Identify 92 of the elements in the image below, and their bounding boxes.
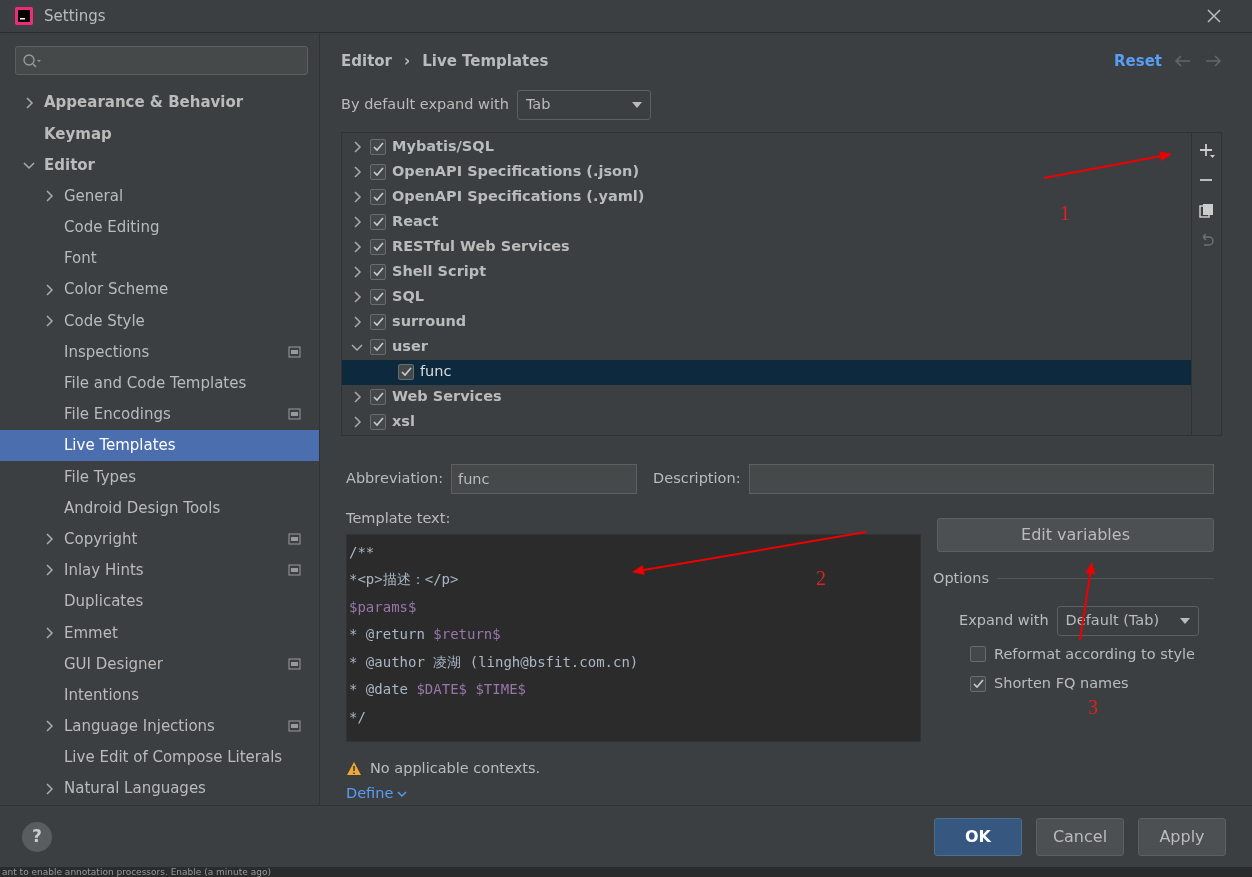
copy-icon[interactable] — [1198, 202, 1215, 219]
project-settings-icon — [288, 408, 301, 421]
checkbox[interactable] — [398, 364, 414, 381]
sidebar-item[interactable]: Intentions — [0, 679, 319, 711]
sidebar-item[interactable]: Inlay Hints — [0, 554, 319, 586]
sidebar-item[interactable]: File Types — [0, 461, 319, 493]
sidebar-item[interactable]: Code Editing — [0, 211, 319, 243]
sidebar-item[interactable]: Keymap — [0, 118, 319, 150]
reset-link[interactable]: Reset — [1114, 50, 1162, 73]
app-logo-icon — [14, 6, 34, 26]
abbreviation-input[interactable]: func — [451, 463, 638, 494]
sidebar-item[interactable]: Language Injections — [0, 710, 319, 742]
sidebar-item[interactable]: GUI Designer — [0, 648, 319, 680]
sidebar-item[interactable]: Live Edit of Compose Literals — [0, 741, 319, 774]
annotation-number: 1 — [1060, 202, 1070, 224]
template-group-row[interactable]: user — [342, 334, 428, 360]
checkbox[interactable] — [370, 289, 386, 306]
annotation-number: 2 — [816, 567, 826, 589]
sidebar-item[interactable]: Natural Languages — [0, 773, 319, 805]
expand-dropdown[interactable]: Tab — [516, 89, 651, 120]
template-group-row[interactable]: Mybatis/SQL — [342, 134, 494, 160]
sidebar-item[interactable]: Color Scheme — [0, 274, 319, 306]
dialog-button[interactable]: Cancel — [1036, 817, 1124, 856]
help-button[interactable]: ? — [22, 821, 52, 852]
checkbox[interactable] — [370, 314, 386, 331]
window-title: Settings — [44, 5, 106, 27]
background-status-text: ant to enable annotation processors. Enable (a minute ago) — [0, 867, 1252, 877]
breadcrumb-separator: › — [404, 51, 411, 73]
caret-icon — [631, 101, 642, 108]
checkbox[interactable] — [370, 264, 386, 281]
checkbox[interactable] — [370, 389, 386, 406]
project-settings-icon — [288, 657, 301, 670]
sidebar-item[interactable]: Appearance & Behavior — [0, 87, 319, 119]
dialog-button[interactable]: OK — [934, 817, 1022, 856]
sidebar-item[interactable]: Android Design Tools — [0, 492, 319, 524]
description-input[interactable] — [748, 463, 1214, 494]
template-group-row[interactable]: surround — [342, 309, 467, 335]
checkbox-label[interactable]: Shorten FQ names — [994, 673, 1129, 695]
checkbox[interactable] — [970, 646, 986, 663]
template-group-row[interactable]: OpenAPI Specifications (.json) — [342, 159, 640, 185]
checkbox[interactable] — [370, 339, 386, 356]
project-settings-icon — [288, 564, 301, 577]
section-title: Options — [933, 568, 989, 588]
field-label: By default expand with — [341, 94, 509, 114]
checkbox[interactable] — [370, 214, 386, 231]
warning-text: No applicable contexts. — [370, 758, 541, 778]
annotation-number: 3 — [1088, 696, 1098, 718]
sidebar-item[interactable]: Emmet — [0, 617, 319, 649]
checkbox[interactable] — [370, 164, 386, 181]
checkbox[interactable] — [970, 676, 986, 693]
sidebar-item[interactable]: Font — [0, 242, 319, 275]
template-group-row[interactable]: OpenAPI Specifications (.yaml) — [342, 184, 645, 210]
project-settings-icon — [288, 346, 301, 359]
field-label: Description: — [653, 468, 741, 488]
define-link[interactable]: Define — [346, 783, 408, 805]
field-label: Template text: — [346, 508, 452, 528]
search-icon — [22, 52, 42, 69]
dialog-button[interactable]: Apply — [1138, 817, 1226, 856]
checkbox[interactable] — [370, 239, 386, 256]
project-settings-icon — [288, 720, 301, 733]
project-settings-icon — [288, 533, 301, 546]
template-group-row[interactable]: RESTful Web Services — [342, 234, 570, 260]
caret-icon — [1179, 617, 1190, 624]
sidebar-item[interactable]: Duplicates — [0, 586, 319, 618]
sidebar-item[interactable]: General — [0, 180, 319, 212]
edit-variables-button[interactable]: Edit variables — [937, 517, 1214, 552]
template-group-row[interactable]: SQL — [342, 284, 424, 310]
template-group-row[interactable]: Shell Script — [342, 259, 487, 285]
checkbox[interactable] — [370, 414, 386, 431]
sidebar-item[interactable]: File and Code Templates — [0, 367, 319, 399]
warning-icon — [346, 760, 362, 776]
sidebar-item[interactable]: Inspections — [0, 336, 319, 368]
chevron-down-icon — [397, 791, 408, 798]
checkbox[interactable] — [370, 189, 386, 206]
sidebar-item[interactable]: File Encodings — [0, 398, 319, 431]
add-icon[interactable] — [1198, 142, 1215, 159]
breadcrumb-item[interactable]: Live Templates — [422, 50, 549, 73]
field-label: Expand with — [959, 610, 1049, 630]
breadcrumb-item[interactable]: Editor — [341, 50, 392, 73]
template-group-row[interactable]: Web Services — [342, 384, 502, 410]
checkbox[interactable] — [370, 139, 386, 156]
template-group-row[interactable]: React — [342, 209, 439, 235]
sidebar-item[interactable]: Code Style — [0, 305, 319, 337]
checkbox-label[interactable]: Reformat according to style — [994, 643, 1195, 666]
close-icon[interactable] — [1206, 8, 1222, 24]
template-row[interactable]: func — [342, 359, 1191, 385]
template-group-row[interactable]: xsl — [342, 409, 415, 435]
sidebar-item[interactable]: Live Templates — [0, 430, 319, 462]
sidebar-item[interactable]: Copyright — [0, 523, 319, 555]
sidebar-item[interactable]: Editor — [0, 149, 319, 181]
field-label: Abbreviation: — [346, 468, 444, 488]
search-field[interactable] — [15, 46, 308, 75]
